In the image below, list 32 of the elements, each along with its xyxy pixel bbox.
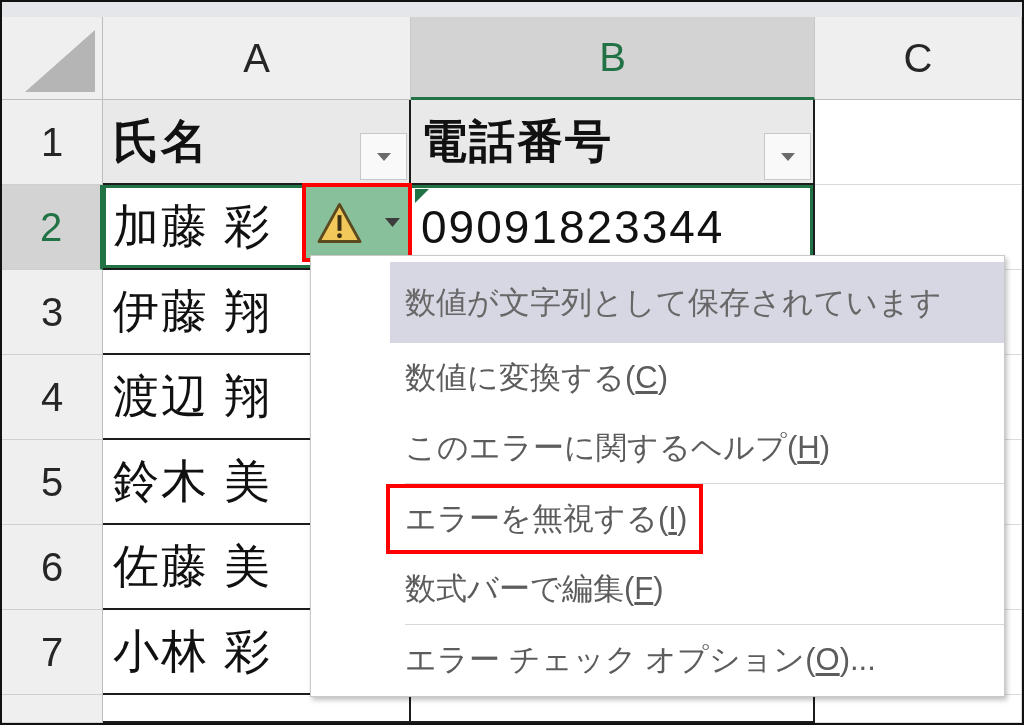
error-options-button[interactable] bbox=[302, 183, 412, 262]
column-title: 電話番号 bbox=[421, 113, 613, 169]
row-header[interactable]: 4 bbox=[2, 355, 103, 440]
cell-text: 小林 彩 bbox=[113, 623, 272, 679]
row-header[interactable]: 2 bbox=[2, 185, 103, 270]
cell-text: 09091823344 bbox=[421, 199, 725, 254]
filter-dropdown-button[interactable] bbox=[764, 133, 811, 180]
row-header[interactable]: 1 bbox=[2, 100, 103, 185]
filter-dropdown-button[interactable] bbox=[360, 133, 407, 180]
cell-text: 鈴木 美 bbox=[113, 453, 272, 509]
caret-icon bbox=[780, 152, 795, 161]
row-header[interactable]: 7 bbox=[2, 610, 103, 695]
menu-item[interactable]: 数値に変換する(C) bbox=[386, 343, 685, 413]
menu-item[interactable]: 数式バーで編集(F) bbox=[386, 554, 680, 624]
cell-text: 伊藤 翔 bbox=[113, 283, 272, 339]
cell-text: 渡辺 翔 bbox=[113, 368, 272, 424]
caret-icon bbox=[385, 218, 400, 227]
column-header[interactable]: B bbox=[411, 17, 815, 100]
row-header[interactable]: 5 bbox=[2, 440, 103, 525]
row-header[interactable]: 6 bbox=[2, 525, 103, 610]
column-header[interactable]: A bbox=[103, 17, 411, 100]
row-header[interactable]: 3 bbox=[2, 270, 103, 355]
menu-item[interactable]: エラーを無視する(I) bbox=[386, 484, 704, 554]
column-title: 氏名 bbox=[113, 113, 209, 169]
cell-text: 加藤 彩 bbox=[113, 198, 272, 254]
menu-title: 数値が文字列として保存されています bbox=[390, 262, 1004, 343]
caret-icon bbox=[376, 152, 391, 161]
menu-item[interactable]: エラー チェック オプション(O)... bbox=[386, 625, 892, 695]
warning-icon bbox=[317, 201, 362, 244]
column-header[interactable]: C bbox=[815, 17, 1022, 100]
cell-text: 佐藤 美 bbox=[113, 538, 272, 594]
menu-item[interactable]: このエラーに関するヘルプ(H) bbox=[386, 413, 847, 483]
